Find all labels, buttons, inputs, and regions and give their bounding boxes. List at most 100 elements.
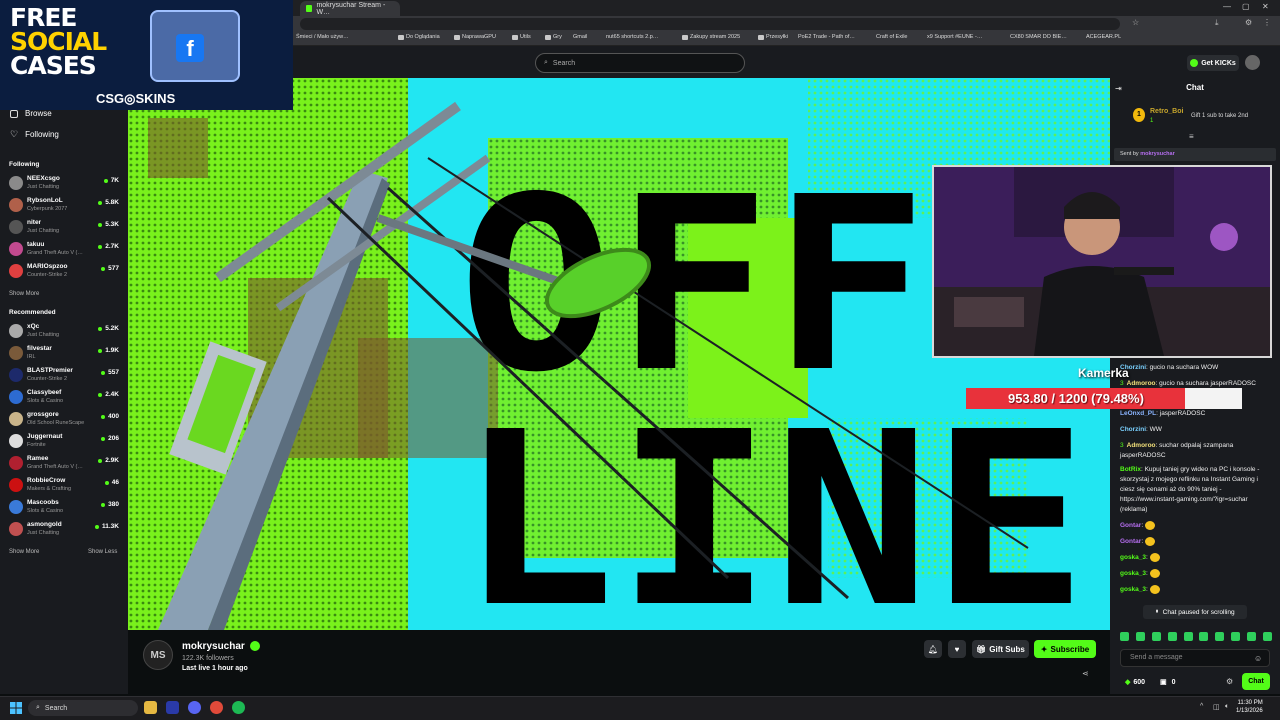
- subscribe-button[interactable]: ✦ Subscribe: [1034, 640, 1096, 658]
- chat-username[interactable]: goska_3: [1120, 554, 1146, 561]
- share-icon[interactable]: ⋖: [1082, 669, 1089, 678]
- chat-username[interactable]: goska_3: [1120, 586, 1146, 593]
- recommended-channel-item[interactable]: Ramee Grand Theft Auto V (… 2.9K: [9, 454, 121, 474]
- leader-username[interactable]: Retro_Boi: [1150, 108, 1183, 115]
- chat-username[interactable]: BotRix: [1120, 466, 1141, 473]
- chat-username[interactable]: Admoroo: [1127, 442, 1156, 449]
- minimize-icon[interactable]: —: [1223, 2, 1231, 11]
- close-window-icon[interactable]: ✕: [1262, 2, 1269, 11]
- follow-heart-button[interactable]: ♥: [948, 640, 966, 658]
- show-more-button[interactable]: Show More: [9, 291, 39, 297]
- recommended-channel-item[interactable]: Mascoobs Slots & Casino 380: [9, 498, 121, 518]
- channel-points[interactable]: ◆ 600: [1125, 678, 1145, 687]
- maximize-icon[interactable]: ▢: [1242, 2, 1250, 11]
- chat-username[interactable]: goska_3: [1120, 570, 1146, 577]
- recommended-channel-item[interactable]: BLASTPremier Counter-Strike 2 557: [9, 366, 121, 386]
- gift-sub-prompt[interactable]: Gift 1 sub to take 2nd: [1191, 113, 1248, 119]
- search-placeholder: Search: [552, 59, 576, 67]
- download-icon[interactable]: ⤓: [1215, 18, 1219, 28]
- spotify-icon[interactable]: [232, 701, 245, 714]
- following-channel-item[interactable]: niter Just Chatting 5.3K: [9, 218, 121, 238]
- pinned-message-bar: Sent by mokrysuchar: [1114, 148, 1276, 161]
- bookmark-item[interactable]: x9 Support #EUNE -…: [927, 34, 982, 40]
- emote-icon[interactable]: [1215, 632, 1225, 641]
- chat-message-input[interactable]: Send a message: [1120, 649, 1270, 667]
- gift-subs-button[interactable]: 🎁︎ Gift Subs: [972, 640, 1029, 658]
- emote-icon[interactable]: [1199, 632, 1209, 641]
- following-channel-item[interactable]: takuu Grand Theft Auto V (… 2.7K: [9, 240, 121, 260]
- network-icon[interactable]: ◫: [1213, 703, 1220, 711]
- show-less-button[interactable]: Show Less: [88, 549, 117, 555]
- emote-icon[interactable]: [1231, 632, 1241, 641]
- settings-gear-icon[interactable]: ⚙: [1245, 18, 1252, 27]
- emote-icon[interactable]: [1135, 632, 1145, 641]
- send-chat-button[interactable]: Chat: [1242, 673, 1270, 690]
- tray-chevron-icon[interactable]: ^: [1200, 703, 1203, 710]
- discord-icon[interactable]: [188, 701, 201, 714]
- expand-pinned-icon[interactable]: ≡: [1189, 132, 1194, 141]
- file-explorer-icon[interactable]: [144, 701, 157, 714]
- channel-avatar[interactable]: MS: [143, 640, 173, 670]
- recommended-channel-item[interactable]: Juggernaut Fortnite 206: [9, 432, 121, 452]
- channel-name[interactable]: mokrysuchar: [182, 641, 245, 652]
- search-input[interactable]: ⌕ Search: [535, 53, 745, 73]
- viewer-count: 5.8K: [98, 199, 119, 206]
- chat-settings-icon[interactable]: ⚙: [1226, 677, 1233, 686]
- following-channel-item[interactable]: RybsonLoL Cyberpunk 2077 5.8K: [9, 196, 121, 216]
- recommended-channel-item[interactable]: RobbieCrow Makers & Crafting 46: [9, 476, 121, 496]
- url-bar[interactable]: [300, 18, 1120, 30]
- notification-bell-button[interactable]: 🔔︎: [924, 640, 942, 658]
- bookmark-item[interactable]: Zakupy stream 2025: [682, 34, 740, 40]
- bookmark-item[interactable]: Utils: [512, 34, 531, 40]
- browser-tab-active[interactable]: mokrysuchar Stream - W…: [300, 1, 400, 16]
- chat-username[interactable]: Admoroo: [1127, 380, 1156, 387]
- system-clock[interactable]: 11:30 PM 1/13/2026: [1236, 699, 1263, 715]
- recommended-channel-item[interactable]: Classybeef Slots & Casino 2.4K: [9, 388, 121, 408]
- csgoskins-ad-banner[interactable]: FREE SOCIAL CASES f CSG◎SKINS: [0, 0, 293, 110]
- emote-icon[interactable]: [1183, 632, 1193, 641]
- recommended-channel-item[interactable]: filvestar IRL 1.9K: [9, 344, 121, 364]
- chrome-icon[interactable]: [210, 701, 223, 714]
- bookmark-item[interactable]: Craft of Exile: [876, 34, 907, 40]
- inventory-count[interactable]: ▣ 0: [1160, 678, 1176, 687]
- app-icon[interactable]: [166, 701, 179, 714]
- emote-icon[interactable]: [1120, 632, 1129, 641]
- bookmark-item[interactable]: Gry: [545, 34, 562, 40]
- bookmark-item[interactable]: ACEGEAR.PL: [1086, 34, 1121, 40]
- chat-username[interactable]: LeOnxd_PL: [1120, 410, 1156, 417]
- bookmark-item[interactable]: nut65 shortcuts 2.p…: [606, 34, 658, 40]
- folder-icon: [454, 34, 460, 40]
- following-channel-item[interactable]: MARIOspzoo Counter-Strike 2 577: [9, 262, 121, 282]
- bookmark-item[interactable]: NaprawaGPU: [454, 34, 496, 40]
- recommended-channel-item[interactable]: xQc Just Chatting 5.2K: [9, 322, 121, 342]
- get-kicks-button[interactable]: Get KICKs: [1187, 55, 1239, 71]
- user-avatar[interactable]: [1245, 55, 1260, 70]
- sidebar-item-following[interactable]: ♡ Following: [10, 129, 59, 140]
- bookmark-item[interactable]: Śmieci / Mało używ…: [296, 34, 349, 40]
- emote-icon[interactable]: [1151, 632, 1161, 641]
- chat-username[interactable]: Gontar: [1120, 522, 1141, 529]
- bookmark-star-icon[interactable]: ☆: [1132, 18, 1139, 27]
- chat-username[interactable]: Gontar: [1120, 538, 1141, 545]
- sidebar-item-browse[interactable]: Browse: [10, 109, 52, 118]
- volume-icon[interactable]: 🔈︎: [1225, 703, 1229, 711]
- recommended-channel-item[interactable]: grossgore Old School RuneScape 400: [9, 410, 121, 430]
- chat-paused-banner[interactable]: ⏸ Chat paused for scrolling: [1143, 605, 1247, 619]
- chat-username[interactable]: Chorzini: [1120, 426, 1146, 433]
- recommended-channel-item[interactable]: asmongold Just Chatting 11.3K: [9, 520, 121, 540]
- emote-icon[interactable]: [1262, 632, 1272, 641]
- emoji-picker-icon[interactable]: ☺: [1254, 654, 1262, 663]
- channel-category: Counter-Strike 2: [27, 272, 68, 278]
- emote-icon[interactable]: [1167, 632, 1177, 641]
- bookmark-item[interactable]: CX80 SMAR DO BIE…: [1010, 34, 1067, 40]
- taskbar-search[interactable]: ⌕ Search: [28, 700, 138, 716]
- emote-icon[interactable]: [1247, 632, 1256, 641]
- bookmark-item[interactable]: Do Oglądania: [398, 34, 440, 40]
- following-channel-item[interactable]: NEEXcsgo Just Chatting 7K: [9, 174, 121, 194]
- menu-dots-icon[interactable]: ⋮: [1263, 18, 1271, 27]
- bookmark-item[interactable]: Przesyłki: [758, 34, 788, 40]
- windows-start-icon[interactable]: [10, 702, 22, 714]
- show-more-recommended-button[interactable]: Show More: [9, 549, 39, 555]
- bookmark-item[interactable]: PoE2 Trade - Path of…: [798, 34, 855, 40]
- bookmark-item[interactable]: Gmail: [573, 34, 587, 40]
